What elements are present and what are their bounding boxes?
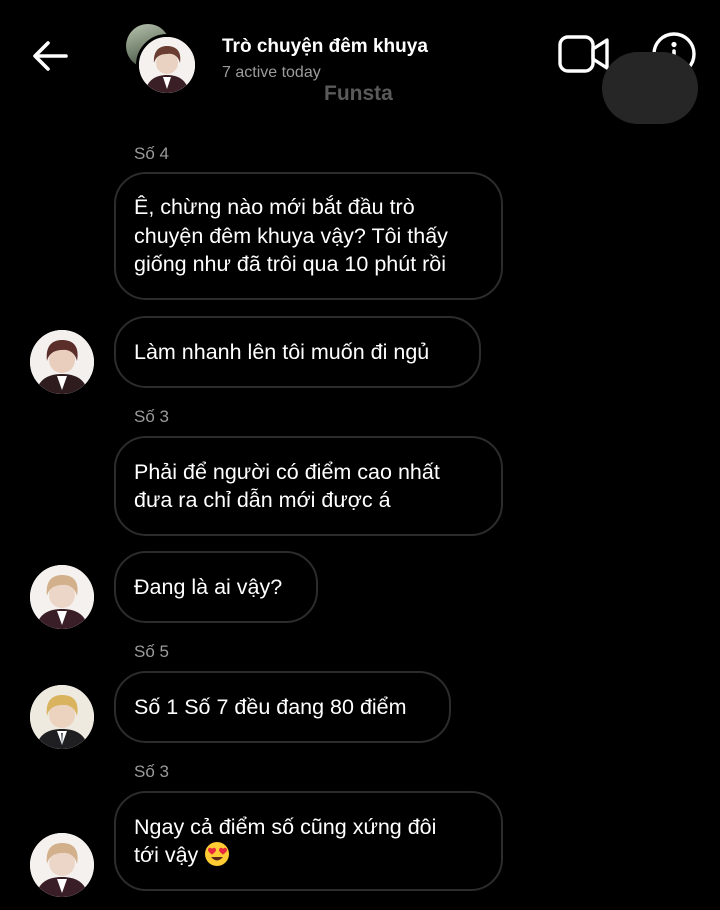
group-avatar[interactable] xyxy=(124,24,198,96)
sender-name: Số 4 xyxy=(134,144,169,163)
avatar[interactable] xyxy=(30,833,94,897)
message-text: Đang là ai vậy? xyxy=(134,574,283,599)
back-button[interactable] xyxy=(30,36,70,76)
message-line: giống như đã trôi qua 10 phút rồi xyxy=(134,252,447,277)
person-photo-icon xyxy=(30,565,94,629)
avatar[interactable] xyxy=(30,565,94,629)
watermark: Funsta xyxy=(324,82,393,105)
message-bubble[interactable]: Phải để người có điểm cao nhất đưa ra ch… xyxy=(114,436,503,536)
message-line: chuyện đêm khuya vậy? Tôi thấy xyxy=(134,223,448,248)
message-line: Phải để người có điểm cao nhất xyxy=(134,459,440,484)
previous-message-bubble[interactable] xyxy=(602,52,698,124)
person-photo-icon xyxy=(30,685,94,749)
message-line-with-emoji: tới vậy xyxy=(134,841,436,870)
message-line: tới vậy xyxy=(134,843,199,867)
sender-name: Số 3 xyxy=(134,407,169,426)
active-status: 7 active today xyxy=(222,64,321,81)
message-text: Phải để người có điểm cao nhất đưa ra ch… xyxy=(134,458,440,515)
heart-eyes-emoji-icon xyxy=(204,841,230,867)
sender-name: Số 5 xyxy=(134,642,169,661)
avatar[interactable] xyxy=(30,330,94,394)
message-bubble[interactable]: Làm nhanh lên tôi muốn đi ngủ xyxy=(114,316,481,388)
person-photo-icon xyxy=(139,37,195,93)
message-text: Làm nhanh lên tôi muốn đi ngủ xyxy=(134,339,430,364)
message-bubble[interactable]: Ê, chừng nào mới bắt đầu trò chuyện đêm … xyxy=(114,172,503,300)
message-line: Ê, chừng nào mới bắt đầu trò xyxy=(134,195,415,220)
message-line: Ngay cả điểm số cũng xứng đôi xyxy=(134,814,437,839)
message-text: Số 1 Số 7 đều đang 80 điểm xyxy=(134,694,407,719)
person-photo-icon xyxy=(30,833,94,897)
sender-name: Số 3 xyxy=(134,762,169,781)
message-bubble[interactable]: Ngay cả điểm số cũng xứng đôi tới vậy xyxy=(114,791,503,891)
chat-title: Trò chuyện đêm khuya xyxy=(222,36,428,57)
message-bubble[interactable]: Đang là ai vậy? xyxy=(114,551,318,623)
person-photo-icon xyxy=(30,330,94,394)
arrow-left-icon xyxy=(33,41,68,71)
avatar[interactable] xyxy=(30,685,94,749)
video-camera-icon xyxy=(558,35,609,73)
message-bubble[interactable]: Số 1 Số 7 đều đang 80 điểm xyxy=(114,671,451,743)
video-call-button[interactable] xyxy=(557,32,611,76)
group-avatar-front xyxy=(136,34,198,96)
message-text: Ngay cả điểm số cũng xứng đôi tới vậy xyxy=(134,813,436,870)
message-line: đưa ra chỉ dẫn mới được á xyxy=(134,488,391,512)
message-text: Ê, chừng nào mới bắt đầu trò chuyện đêm … xyxy=(134,193,448,279)
